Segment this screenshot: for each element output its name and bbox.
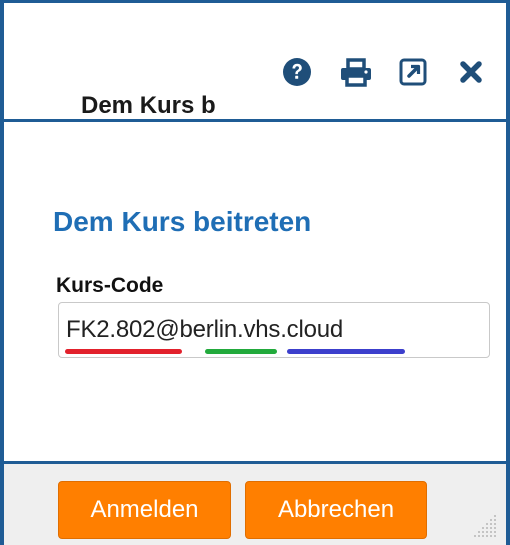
course-code-value: FK2.802@berlin.vhs.cloud [66, 316, 344, 343]
resize-grip-icon[interactable] [470, 511, 498, 539]
dialog-title: Dem Kurs b [81, 92, 216, 119]
course-code-input[interactable]: FK2.802@berlin.vhs.cloud [58, 302, 490, 358]
printer-icon[interactable] [339, 57, 371, 87]
close-icon[interactable] [456, 57, 486, 87]
blue-underline [287, 349, 405, 354]
dialog-footer: Anmelden Abbrechen [4, 461, 506, 545]
green-underline [205, 349, 277, 354]
help-icon[interactable] [282, 57, 312, 87]
cancel-button[interactable]: Abbrechen [245, 481, 427, 539]
dialog-body: Dem Kurs beitreten Kurs-Code FK2.802@ber… [4, 122, 506, 461]
dialog-titlebar: Dem Kurs b [4, 3, 506, 122]
red-underline [65, 349, 182, 354]
external-link-icon[interactable] [398, 57, 428, 87]
course-code-label: Kurs-Code [56, 274, 164, 297]
form-heading: Dem Kurs beitreten [53, 206, 312, 237]
join-course-dialog: Dem Kurs b Dem Kurs beitreten Kurs-Code … [0, 0, 510, 545]
login-button[interactable]: Anmelden [58, 481, 231, 539]
